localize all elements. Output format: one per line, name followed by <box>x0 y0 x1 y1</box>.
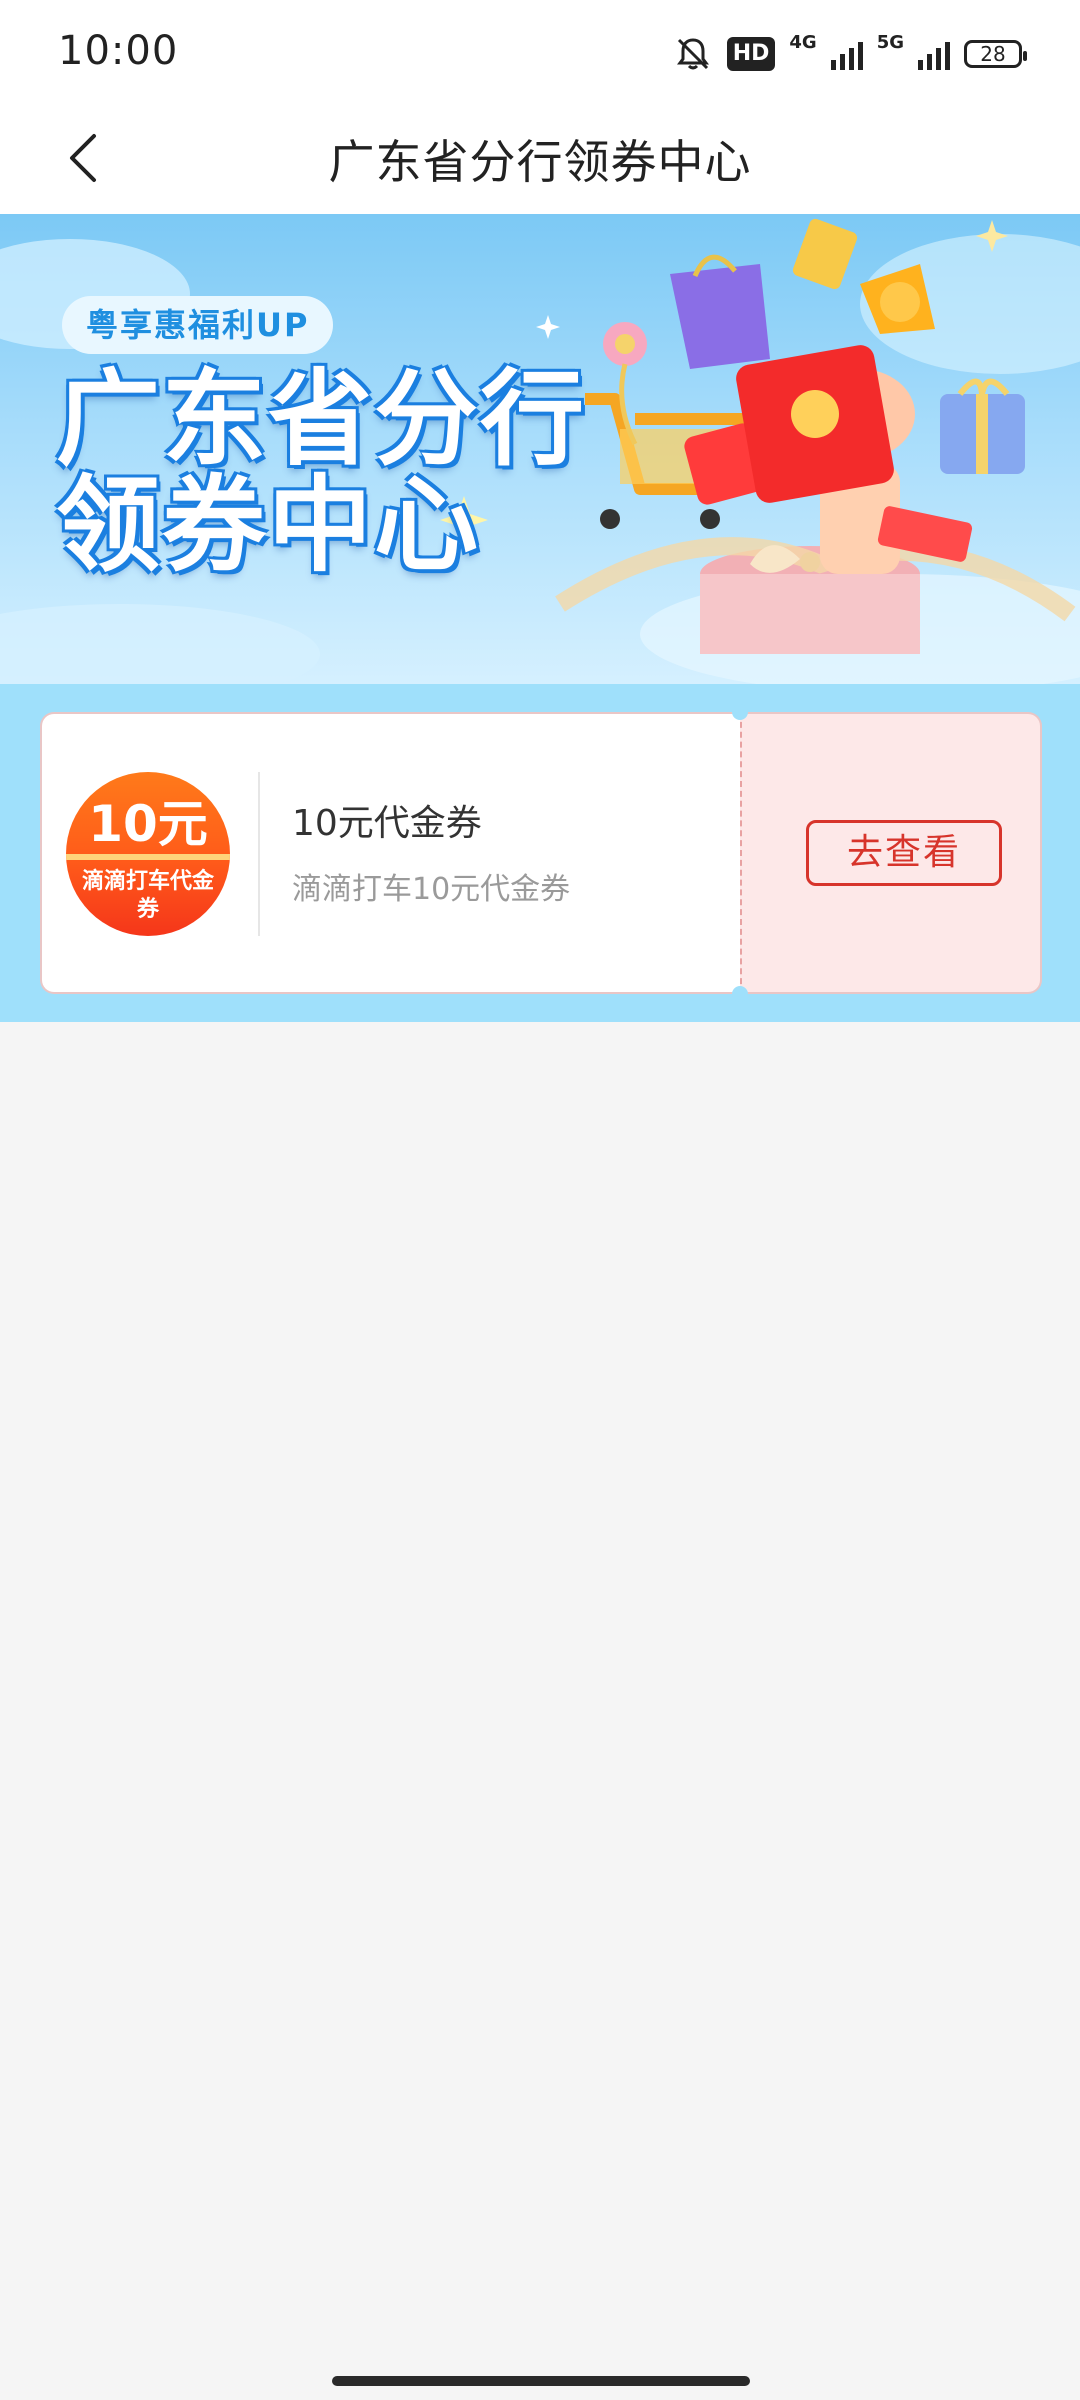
promo-banner: 粤享惠福利UP 广东省分行 领券中心 <box>0 214 1080 684</box>
coupon-badge-desc: 滴滴打车代金券 <box>81 869 214 922</box>
gesture-handle[interactable] <box>332 2376 750 2386</box>
coupon-notch <box>732 704 748 720</box>
coupon-subtitle: 滴滴打车10元代金券 <box>292 872 571 907</box>
signal-icon <box>830 38 863 70</box>
coupon-info: 10元 滴滴打车代金券 10元代金券 滴滴打车10元代金券 <box>40 712 740 994</box>
mute-bell-icon <box>676 38 709 70</box>
coupon-badge-amount: 10元 <box>88 795 208 853</box>
hd-badge: HD <box>726 37 776 71</box>
coupon-name: 10元代金券 <box>292 803 482 844</box>
coupon-action-area: 去查看 <box>740 712 1042 994</box>
banner-title-line1: 广东省分行 <box>56 358 587 480</box>
nav-bar: 广东省分行领券中心 <box>0 108 1080 214</box>
view-coupon-button[interactable]: 去查看 <box>806 820 1002 886</box>
coupon-notch <box>732 986 748 1002</box>
banner-title-line2: 领券中心 <box>56 464 481 586</box>
signal-icon-2 <box>918 38 950 70</box>
coupon-card[interactable]: 10元 滴滴打车代金券 10元代金券 滴滴打车10元代金券 去查看 <box>40 704 1042 1002</box>
coupon-list: 10元 滴滴打车代金券 10元代金券 滴滴打车10元代金券 去查看 <box>0 684 1080 1022</box>
status-time: 10:00 <box>58 28 179 74</box>
banner-tag: 粤享惠福利UP <box>62 296 334 354</box>
badge-band <box>66 854 230 860</box>
network-5g-label: 5G <box>876 31 904 53</box>
battery-level: 28 <box>980 42 1006 66</box>
divider <box>258 772 260 936</box>
coupon-badge: 10元 滴滴打车代金券 <box>66 772 230 936</box>
status-icons: HD 4G 5G 28 <box>673 30 1027 78</box>
battery-icon: 28 <box>964 40 1027 68</box>
status-bar: 10:00 HD 4G 5G 28 <box>0 0 1080 108</box>
page-title: 广东省分行领券中心 <box>328 135 752 189</box>
network-4g-label: 4G <box>789 31 817 53</box>
